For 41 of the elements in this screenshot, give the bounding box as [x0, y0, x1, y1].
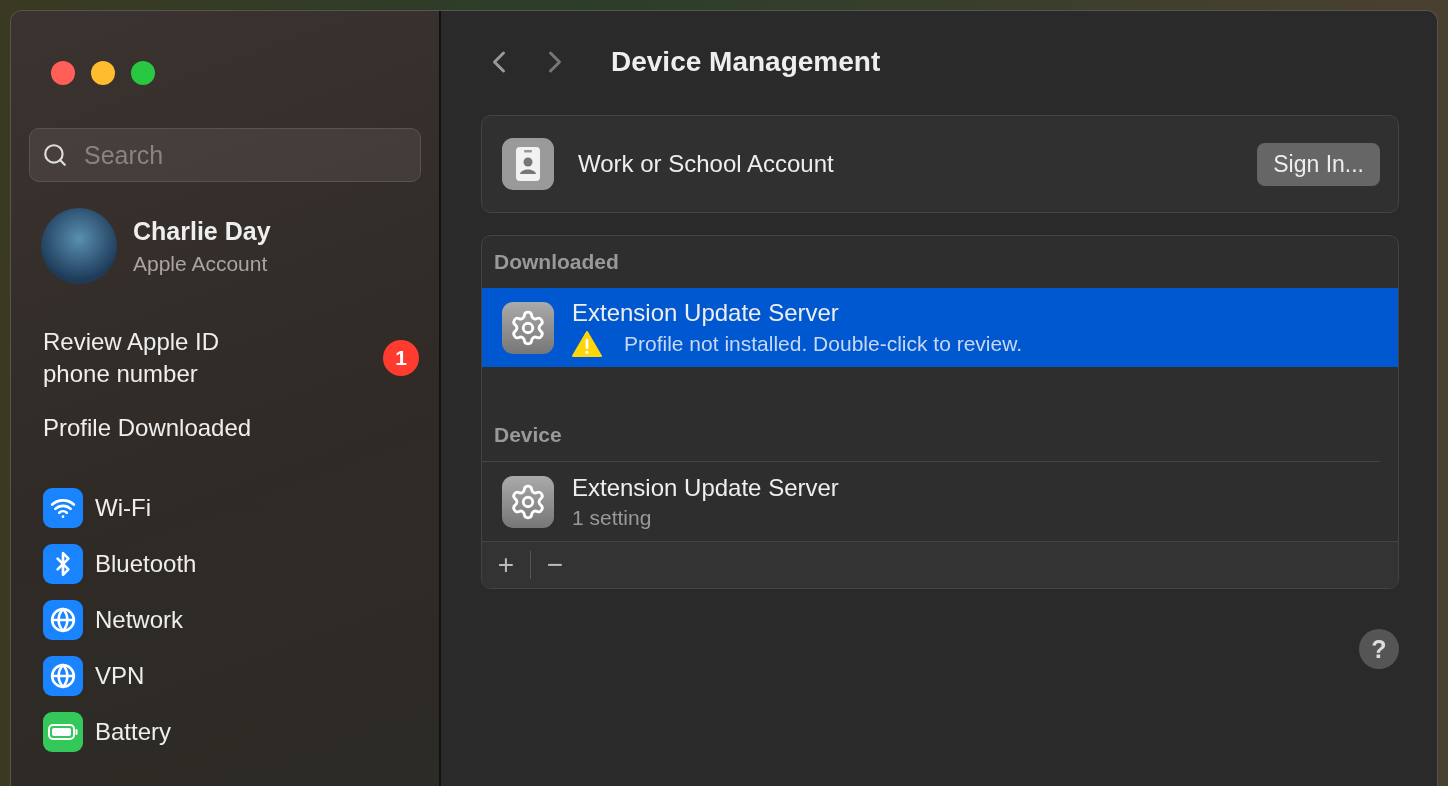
window-title: Device Management	[611, 46, 881, 78]
account-name[interactable]: Charlie Day	[133, 216, 271, 246]
section-header: Device	[493, 422, 563, 448]
battery-icon	[48, 724, 78, 740]
globe-icon	[50, 607, 76, 633]
profile-detail: Profile not installed. Double-click to review.	[624, 331, 1022, 356]
gear-icon	[502, 301, 554, 354]
sign-in-button[interactable]: Sign In...	[1257, 142, 1380, 186]
profile-detail: 1 setting	[572, 505, 652, 530]
minimize-button[interactable]	[91, 61, 115, 85]
help-button[interactable]: ?	[1359, 629, 1399, 669]
search-input[interactable]: Search	[82, 139, 408, 171]
zoom-button[interactable]	[131, 61, 155, 85]
notice-item[interactable]: Profile Downloaded	[43, 412, 252, 444]
profile-name: Extension Update Server	[572, 298, 840, 327]
settings-icon-tile[interactable]	[43, 544, 83, 584]
sidebar-item[interactable]: Battery	[95, 718, 172, 746]
warning-icon	[572, 330, 602, 357]
add-button[interactable]: +	[482, 549, 530, 581]
sidebar-item[interactable]: Wi-Fi	[95, 494, 151, 522]
settings-icon-tile[interactable]	[43, 712, 83, 752]
settings-icon-tile[interactable]	[43, 488, 83, 528]
search-icon	[42, 141, 68, 169]
gear-icon	[502, 475, 554, 528]
id-badge-icon	[502, 138, 554, 190]
account-label: Work or School Account	[578, 150, 835, 178]
remove-button[interactable]: −	[531, 549, 579, 581]
sidebar-item[interactable]: VPN	[95, 662, 145, 690]
profile-row[interactable]: Extension Update Server Profile not installed. Double-click to review.	[482, 288, 1398, 367]
sidebar-item[interactable]: Bluetooth	[95, 550, 197, 578]
settings-icon-tile[interactable]	[43, 600, 83, 640]
sidebar-item[interactable]: Network	[95, 606, 184, 634]
section-header: Downloaded	[493, 249, 620, 275]
search-field[interactable]: Search	[29, 128, 421, 182]
notification-badge: 1	[383, 340, 419, 376]
account-subtitle: Apple Account	[133, 251, 269, 276]
globe-icon	[50, 663, 76, 689]
notice-item[interactable]: Review Apple ID phone number	[43, 326, 220, 390]
close-button[interactable]	[51, 61, 75, 85]
settings-icon-tile[interactable]	[43, 656, 83, 696]
profile-name: Extension Update Server	[572, 473, 839, 502]
